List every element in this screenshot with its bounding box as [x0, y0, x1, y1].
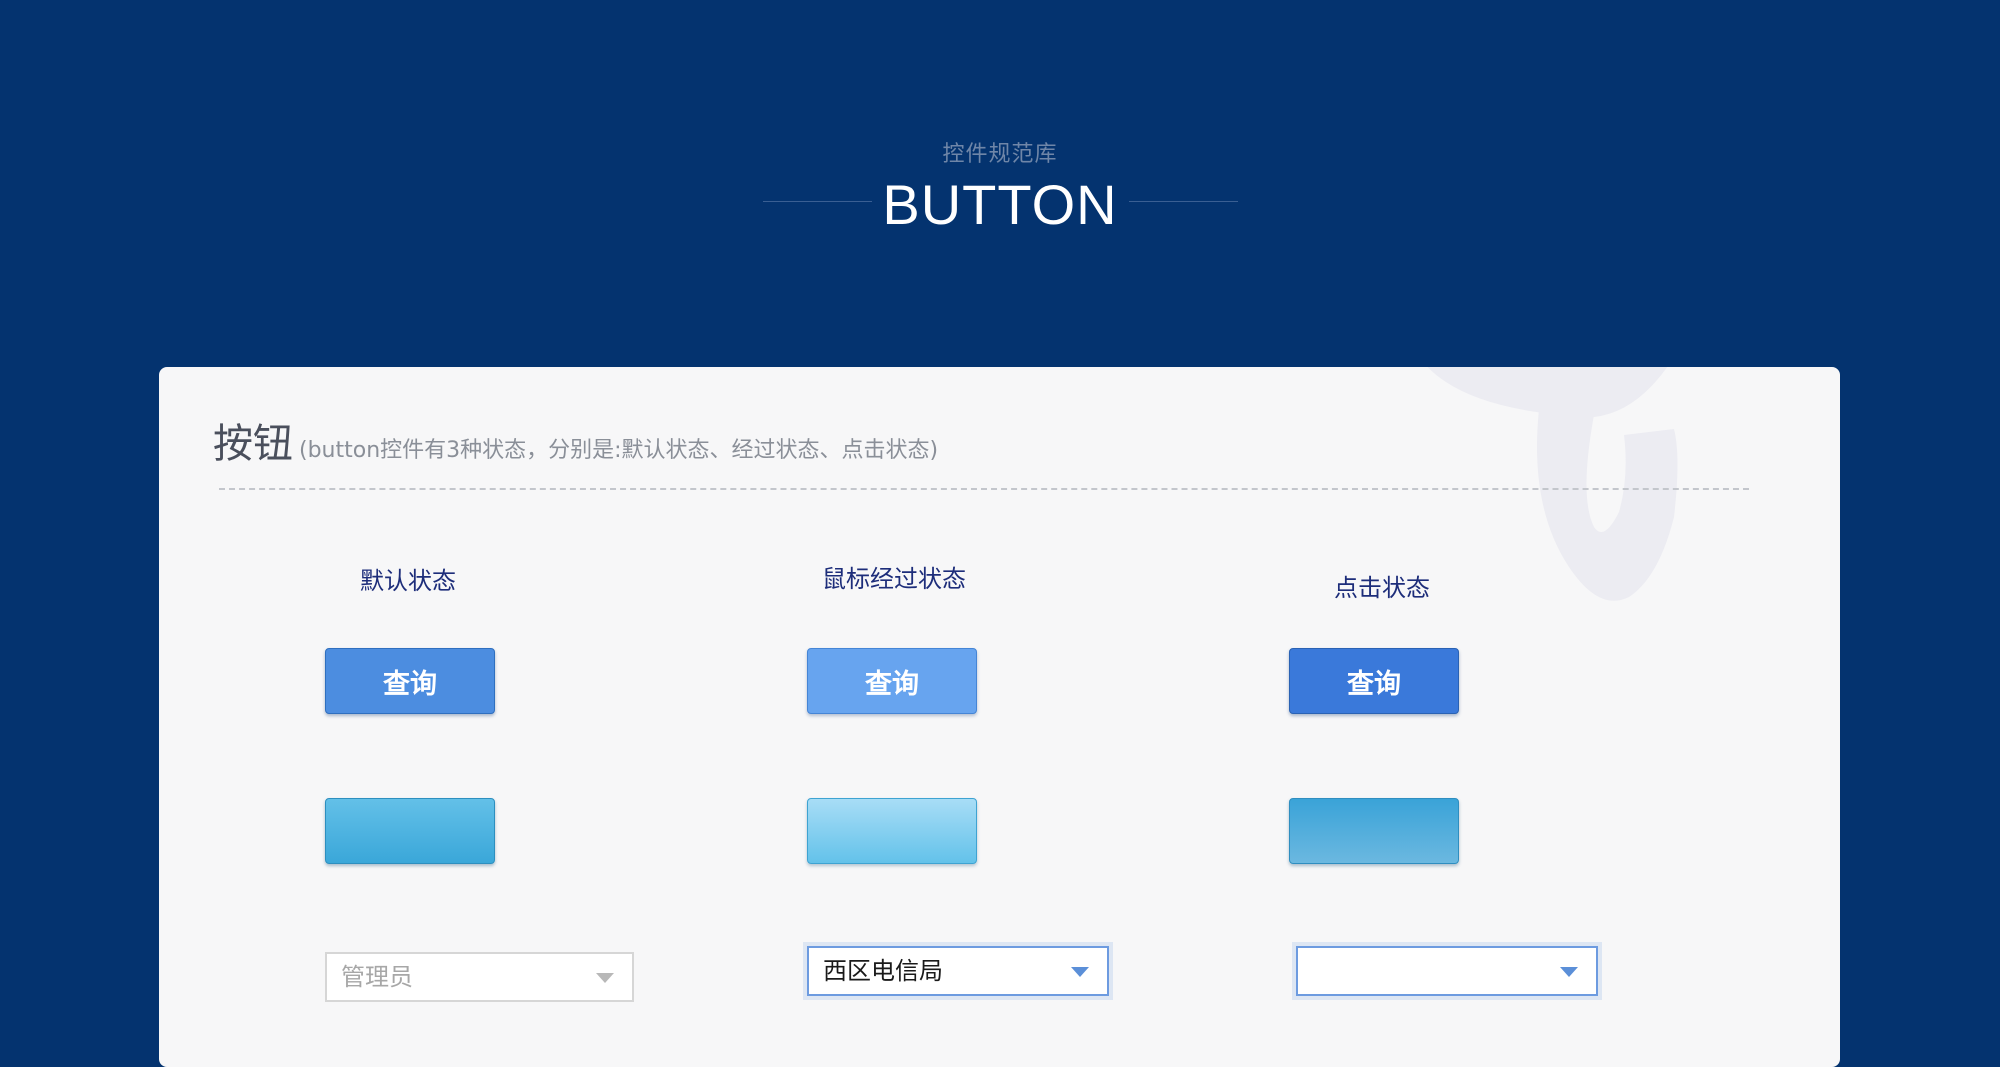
select-value: 西区电信局 — [823, 957, 943, 985]
chevron-down-icon — [596, 973, 614, 983]
query-button-active[interactable]: 查询 — [1289, 648, 1459, 714]
query-button-default[interactable]: 查询 — [325, 648, 495, 714]
section-heading: 按钮 (button控件有3种状态，分别是:默认状态、经过状态、点击状态) — [213, 411, 938, 469]
query-button-label: 查询 — [1347, 668, 1401, 700]
chevron-down-icon — [1560, 967, 1578, 977]
page-title-row: BUTTON — [0, 172, 2000, 242]
button-spec-card: 按钮 (button控件有3种状态，分别是:默认状态、经过状态、点击状态) 默认状… — [159, 367, 1840, 1067]
state-label-hover: 鼠标经过状态 — [822, 565, 966, 593]
state-label-default: 默认状态 — [360, 567, 456, 595]
bureau-select-hover[interactable]: 西区电信局 — [807, 946, 1109, 996]
title-divider-right — [1129, 201, 1238, 202]
section-title: 按钮 — [213, 421, 293, 467]
query-button-hover[interactable]: 查询 — [807, 648, 977, 714]
telecom-logo-watermark — [1427, 367, 1678, 601]
query-button-label: 查询 — [865, 668, 919, 700]
cyan-button-default[interactable] — [325, 798, 495, 864]
page-subtitle: 控件规范库 — [942, 142, 1058, 167]
state-label-active: 点击状态 — [1334, 574, 1430, 602]
section-description: (button控件有3种状态，分别是:默认状态、经过状态、点击状态) — [299, 438, 939, 463]
role-select-default[interactable]: 管理员 — [325, 952, 634, 1002]
query-button-label: 查询 — [383, 668, 437, 700]
select-value: 管理员 — [341, 963, 413, 991]
cyan-button-active[interactable] — [1289, 798, 1459, 864]
cyan-button-hover[interactable] — [807, 798, 977, 864]
chevron-down-icon — [1071, 967, 1089, 977]
page-title: BUTTON — [882, 173, 1118, 236]
select-active[interactable] — [1296, 946, 1598, 996]
dashed-divider — [219, 488, 1749, 490]
